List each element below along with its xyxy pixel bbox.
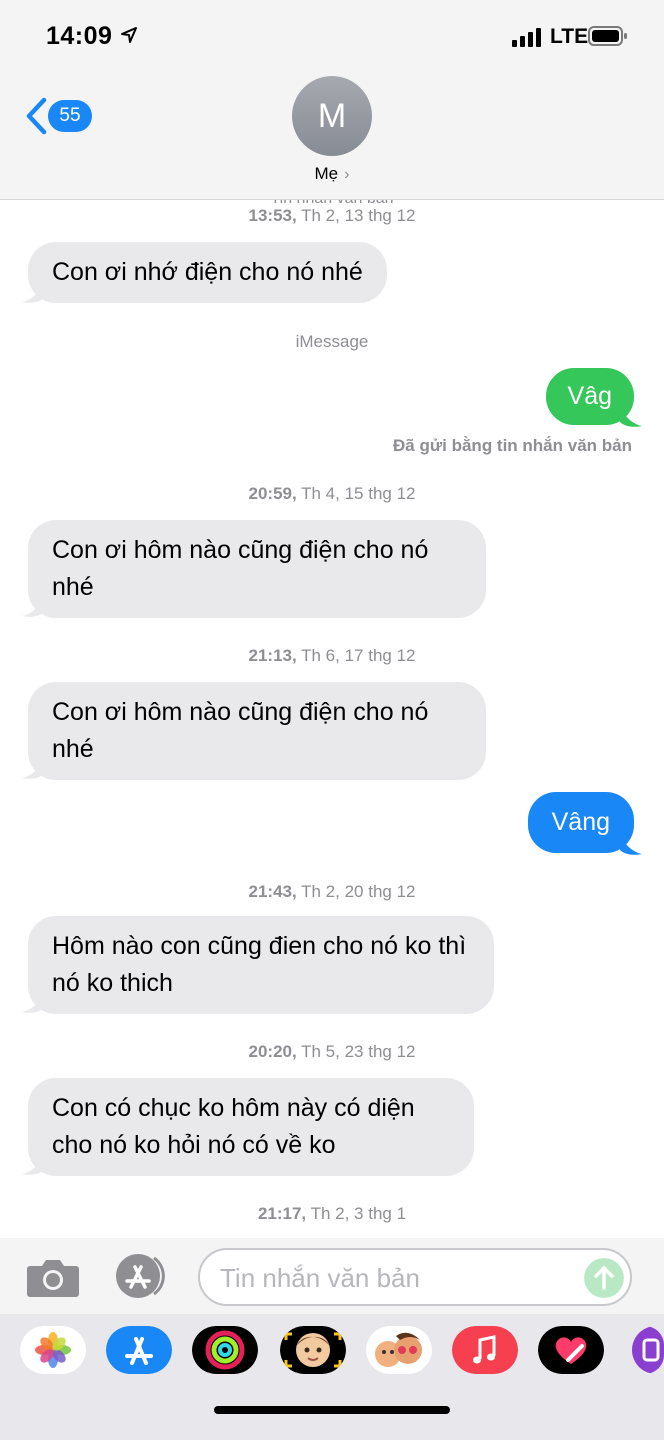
service-label: iMessage [295, 332, 369, 351]
more-apps-icon[interactable] [626, 1326, 664, 1374]
app-store-icon[interactable] [112, 1252, 170, 1300]
camera-icon[interactable] [26, 1256, 80, 1298]
unread-count-badge[interactable]: 55 [48, 100, 92, 132]
chevron-right-icon: › [344, 166, 350, 183]
message-field[interactable] [198, 1248, 632, 1306]
location-arrow-icon [121, 27, 137, 43]
message-bubble-incoming[interactable]: Con ơi hôm nào cũng điện cho nó nhé [28, 682, 486, 780]
contact-name[interactable]: Mẹ › [0, 164, 664, 184]
message-bubble-incoming[interactable]: Con có chục ko hôm này có diện cho nó ko… [28, 1078, 474, 1176]
timestamp: 21:17, Th 2, 3 thg 1 [257, 1204, 407, 1223]
bubble-tail [620, 406, 642, 427]
message-input[interactable] [220, 1262, 580, 1294]
back-chevron-icon[interactable] [24, 96, 48, 136]
app-drawer [0, 1314, 664, 1440]
timestamp: 20:20, Th 5, 23 thg 12 [248, 1042, 416, 1061]
delivery-status: Đã gửi bằng tin nhắn văn bản [393, 436, 632, 455]
timestamp: 20:59, Th 4, 15 thg 12 [248, 484, 416, 503]
send-arrow-icon[interactable] [584, 1258, 624, 1298]
animoji-stickers-icon[interactable] [366, 1326, 432, 1374]
contact-avatar[interactable]: M [292, 76, 372, 156]
status-bar: 14:09 LTE [0, 0, 664, 70]
message-bubble-incoming[interactable]: Con ơi nhớ điện cho nó nhé [28, 242, 387, 303]
network-type: LTE [550, 25, 589, 48]
message-list[interactable]: Tin nhắn văn bản 13:53, Th 2, 13 thg 12 … [0, 200, 664, 1238]
battery-icon [588, 26, 627, 46]
activity-icon[interactable] [192, 1326, 258, 1374]
message-bubble-incoming[interactable]: Con ơi hôm nào cũng điện cho nó nhé [28, 520, 486, 618]
timestamp: 21:43, Th 2, 20 thg 12 [248, 882, 416, 901]
status-time: 14:09 [46, 22, 113, 50]
memoji-icon[interactable] [280, 1326, 346, 1374]
compose-bar [0, 1238, 664, 1314]
home-indicator[interactable] [214, 1406, 450, 1414]
message-bubble-outgoing-imessage[interactable]: Vâng [527, 792, 634, 853]
conversation-header: 55 M Mẹ › [0, 70, 664, 200]
contact-name-label: Mẹ [314, 164, 339, 183]
timestamp: 13:53, Th 2, 13 thg 12 [248, 206, 416, 225]
bubble-tail [620, 834, 642, 855]
photos-icon[interactable] [20, 1326, 86, 1374]
message-bubble-incoming[interactable]: Hôm nào con cũng đien cho nó ko thì nó k… [28, 916, 494, 1014]
app-store-icon[interactable] [106, 1326, 172, 1374]
cellular-signal-icon [512, 28, 541, 47]
music-icon[interactable] [452, 1326, 518, 1374]
digital-touch-icon[interactable] [538, 1326, 604, 1374]
timestamp: 21:13, Th 6, 17 thg 12 [248, 646, 416, 665]
